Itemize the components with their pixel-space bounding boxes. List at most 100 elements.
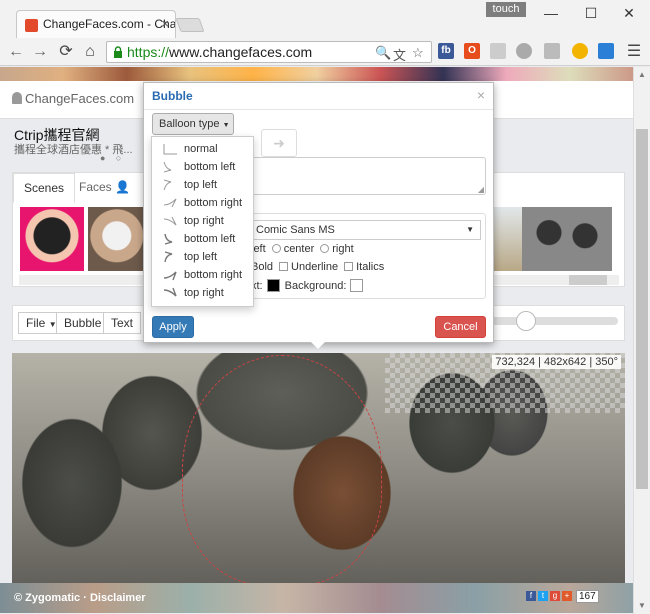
site-favicon-icon	[25, 19, 38, 32]
bubble-button[interactable]: Bubble	[56, 312, 110, 334]
underline-label[interactable]: Underline	[291, 261, 338, 273]
balloon-type-normal[interactable]: normal	[152, 140, 253, 158]
balloon-type-dropdown[interactable]: Balloon type ▼	[152, 113, 234, 135]
balloon-top-left-icon	[164, 251, 173, 263]
balloon-type-top-left[interactable]: top left	[152, 176, 253, 194]
arrow-right-icon[interactable]: ➜	[261, 129, 297, 157]
facebook-share-icon[interactable]: f	[526, 591, 536, 601]
align-center-label[interactable]: center	[284, 243, 315, 255]
balloon-bottom-right-icon	[163, 271, 177, 281]
compass-extension-icon[interactable]	[516, 43, 532, 59]
translate-icon[interactable]: 文	[393, 45, 406, 64]
align-center-radio[interactable]	[271, 244, 281, 253]
minimize-icon[interactable]: —	[536, 4, 566, 22]
text-button[interactable]: Text	[103, 312, 142, 334]
caret-down-icon: ▼	[466, 225, 474, 234]
align-options: left center right	[251, 243, 354, 255]
home-icon[interactable]: ⌂	[80, 42, 100, 62]
maximize-icon[interactable]: ☐	[576, 4, 606, 22]
bubble-outline[interactable]	[182, 355, 382, 585]
dialog-pointer	[311, 342, 325, 349]
background-color-label: Background:	[284, 280, 347, 292]
balloon-type-top-right[interactable]: top right	[152, 212, 253, 230]
tab-faces[interactable]: Faces 👤	[69, 173, 140, 203]
scroll-up-icon[interactable]: ▲	[638, 70, 646, 79]
resize-grip-icon: ◢	[477, 185, 484, 194]
new-tab-button[interactable]	[175, 18, 205, 32]
person-icon: 👤	[115, 180, 130, 194]
address-bar[interactable]: https://www.changefaces.com 🔍 文 ☆	[106, 41, 432, 63]
balloon-type-menu: normal bottom left top left bottom right…	[151, 136, 254, 307]
close-icon[interactable]: ×	[477, 87, 485, 103]
thumbnails-scroll-thumb[interactable]	[569, 275, 607, 285]
close-window-icon[interactable]: ✕	[614, 4, 644, 22]
share-count: 167	[576, 590, 599, 603]
balloon-top-right-icon	[163, 287, 177, 297]
balloon-type-bottom-right[interactable]: bottom right	[152, 266, 253, 284]
menu-icon[interactable]: ☰	[624, 42, 644, 62]
google-plus-share-icon[interactable]: g	[550, 591, 560, 601]
browser-toolbar: ← → ⟳ ⌂ https://www.changefaces.com 🔍 文 …	[0, 38, 650, 66]
page-scroll-thumb[interactable]	[636, 129, 648, 489]
user-icon	[12, 92, 22, 104]
balloon-bottom-left-icon	[163, 161, 172, 173]
font-select[interactable]: Comic Sans MS ▼	[247, 220, 481, 240]
balloon-type-top-left[interactable]: top left	[152, 248, 253, 266]
page-scrollbar[interactable]: ▲ ▼	[633, 67, 650, 614]
lock-icon	[114, 46, 122, 58]
site-logo[interactable]: ChangeFaces.com	[12, 91, 134, 106]
scene-thumbnail[interactable]	[20, 207, 84, 271]
cancel-button[interactable]: Cancel	[435, 316, 486, 338]
footer-text[interactable]: © Zygomatic · Disclaimer	[14, 592, 146, 604]
balloon-bottom-left-icon	[164, 233, 173, 245]
italics-label[interactable]: Italics	[356, 261, 384, 273]
bold-label[interactable]: Bold	[251, 261, 273, 273]
balloon-type-top-right[interactable]: top right	[152, 284, 253, 302]
scene-thumbnail[interactable]	[522, 207, 612, 271]
scroll-down-icon[interactable]: ▼	[638, 601, 646, 610]
balloon-type-bottom-left[interactable]: bottom left	[152, 158, 253, 176]
balloon-type-bottom-right[interactable]: bottom right	[152, 194, 253, 212]
balloon-bottom-right-icon	[163, 198, 177, 208]
balloon-normal-icon	[163, 144, 177, 155]
url-text: https://www.changefaces.com	[127, 44, 313, 60]
twitter-share-icon[interactable]: t	[538, 591, 548, 601]
align-right-label[interactable]: right	[332, 243, 353, 255]
dialog-title: Bubble	[152, 89, 193, 103]
screen-extension-icon[interactable]	[598, 43, 614, 59]
edit-extension-icon[interactable]	[490, 43, 506, 59]
align-right-radio[interactable]	[320, 244, 330, 253]
back-arrow-icon[interactable]: ←	[6, 42, 26, 62]
tab-title: ChangeFaces.com - Cha	[43, 17, 176, 31]
facebook-extension-icon[interactable]: fb	[438, 43, 454, 59]
caret-down-icon: ▼	[222, 122, 230, 129]
zoom-search-icon[interactable]: 🔍	[375, 45, 391, 61]
text-color-swatch[interactable]	[266, 279, 280, 292]
slider-knob[interactable]	[516, 311, 536, 331]
balloon-type-bottom-left[interactable]: bottom left	[152, 230, 253, 248]
bookmark-star-icon[interactable]: ☆	[412, 45, 424, 61]
bubble-text-input[interactable]: ◢	[249, 157, 486, 195]
photo-canvas[interactable]: 732,324 | 482x642 | 350°	[12, 353, 625, 598]
underline-checkbox[interactable]	[279, 262, 289, 271]
browser-tab[interactable]: ChangeFaces.com - Cha ×	[16, 10, 176, 38]
apply-button[interactable]: Apply	[152, 316, 194, 338]
page-footer: © Zygomatic · Disclaimer f t g + 167	[0, 583, 633, 613]
browser-titlebar: ChangeFaces.com - Cha × touch — ☐ ✕	[0, 0, 650, 38]
office-extension-icon[interactable]: O	[464, 43, 480, 59]
coordinates-readout: 732,324 | 482x642 | 350°	[492, 355, 621, 369]
star-extension-icon[interactable]	[572, 43, 588, 59]
style-options: Bold Underline Italics	[251, 261, 384, 273]
color-options: xt: Background:	[251, 279, 368, 292]
touch-badge: touch	[486, 2, 526, 17]
forward-arrow-icon[interactable]: →	[30, 42, 50, 62]
tab-scenes[interactable]: Scenes	[13, 173, 76, 203]
faces-banner	[0, 67, 633, 81]
reload-icon[interactable]: ⟳	[56, 42, 76, 62]
plus-share-icon[interactable]: +	[562, 591, 572, 601]
italics-checkbox[interactable]	[344, 262, 354, 271]
tab-close-icon[interactable]: ×	[161, 16, 169, 31]
background-color-swatch[interactable]	[350, 279, 364, 292]
tools-extension-icon[interactable]	[544, 43, 560, 59]
carousel-dots[interactable]: ● ○	[100, 153, 125, 163]
